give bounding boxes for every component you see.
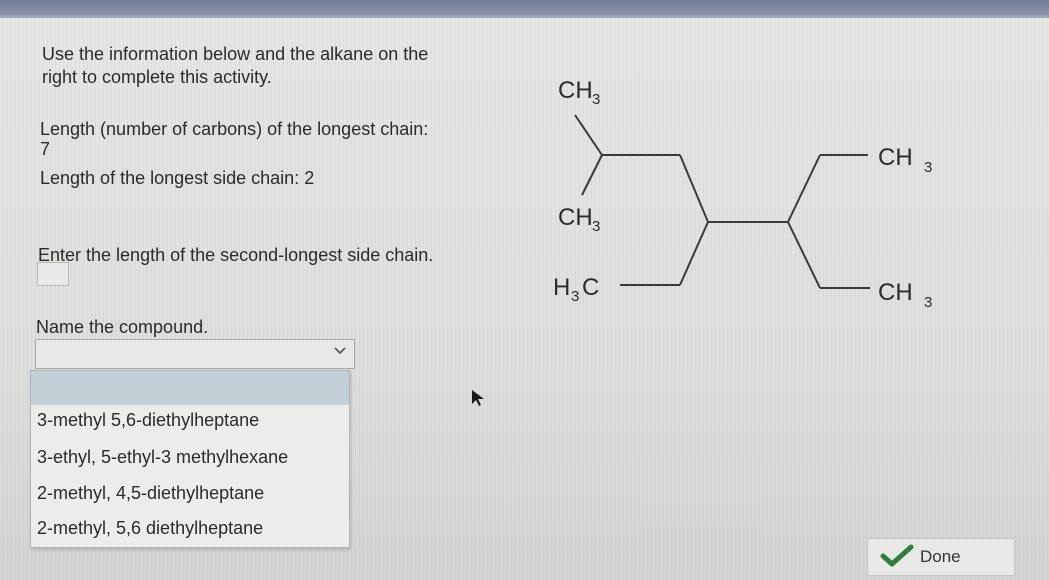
checkmark-icon xyxy=(880,544,914,567)
instruction-line-2: right to complete this activity. xyxy=(42,67,272,87)
svg-text:CH: CH xyxy=(878,144,913,171)
group-h3c-bottom: H 3 C xyxy=(553,274,599,305)
skeletal-bonds xyxy=(574,114,870,289)
mouse-cursor-icon xyxy=(472,390,484,406)
second-side-chain-prompt: Enter the length of the second-longest s… xyxy=(38,245,434,265)
svg-text:CH: CH xyxy=(878,279,913,306)
dropdown-option[interactable]: 3-methyl 5,6-diethylheptane xyxy=(37,409,259,431)
dropdown-highlight-row[interactable] xyxy=(31,371,349,405)
longest-side-chain-label: Length of the longest side chain: 2 xyxy=(40,168,315,188)
svg-text:CH: CH xyxy=(558,204,593,231)
longest-chain-value: 7 xyxy=(40,139,51,159)
svg-text:3: 3 xyxy=(592,218,600,235)
svg-text:CH: CH xyxy=(558,77,593,104)
done-button-label: Done xyxy=(920,547,961,566)
dropdown-option[interactable]: 2-methyl, 4,5-diethylheptane xyxy=(37,482,264,504)
svg-text:3: 3 xyxy=(571,288,579,305)
done-button[interactable]: Done xyxy=(867,538,1015,576)
svg-text:C: C xyxy=(582,274,599,301)
svg-text:H: H xyxy=(553,274,570,301)
compound-name-select[interactable] xyxy=(35,339,355,369)
longest-chain-label: Length (number of carbons) of the longes… xyxy=(40,119,429,139)
svg-text:3: 3 xyxy=(924,294,932,311)
compound-name-dropdown: 3-methyl 5,6-diethylheptane 3-ethyl, 5-e… xyxy=(30,370,350,548)
svg-text:3: 3 xyxy=(924,159,932,176)
group-ch3-right-bottom: CH 3 xyxy=(878,279,932,311)
group-ch3-right-top: CH 3 xyxy=(878,144,932,176)
svg-text:3: 3 xyxy=(592,91,600,108)
instruction-line-1: Use the information below and the alkane… xyxy=(42,44,429,64)
group-ch3-middle: CH 3 xyxy=(558,204,600,235)
alkane-structure-diagram: CH 3 CH 3 H 3 C CH 3 CH 3 xyxy=(553,77,932,311)
dropdown-option[interactable]: 3-ethyl, 5-ethyl-3 methylhexane xyxy=(37,446,288,468)
name-compound-label: Name the compound. xyxy=(36,317,209,337)
group-ch3-top: CH 3 xyxy=(558,77,600,108)
chevron-down-icon xyxy=(334,347,346,355)
dropdown-option[interactable]: 2-methyl, 5,6 diethylheptane xyxy=(37,517,263,539)
second-side-chain-input[interactable] xyxy=(37,262,69,286)
